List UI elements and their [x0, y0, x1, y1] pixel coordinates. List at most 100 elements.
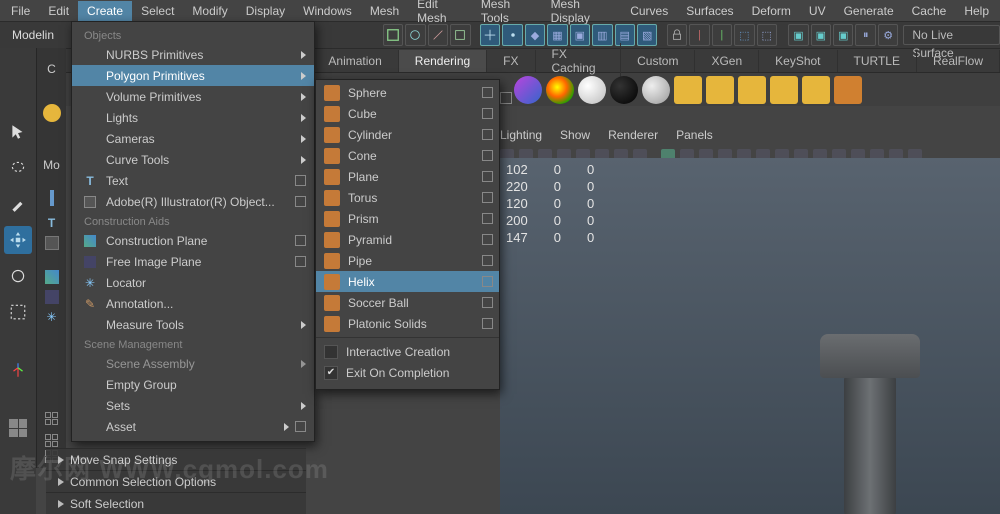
menu-surfaces[interactable]: Surfaces	[677, 1, 742, 21]
panel-menu-lighting[interactable]: Lighting	[500, 128, 542, 142]
lock-icon[interactable]	[667, 24, 687, 46]
tool-button[interactable]: ⬚	[757, 24, 777, 46]
menu-windows[interactable]: Windows	[294, 1, 361, 21]
shelf-tab-xgen[interactable]: XGen	[695, 50, 759, 72]
panel-menu-renderer[interactable]: Renderer	[608, 128, 658, 142]
option-box[interactable]	[482, 192, 493, 203]
shelf-icon[interactable]	[514, 76, 542, 104]
menu-modify[interactable]: Modify	[183, 1, 236, 21]
menu-generate[interactable]: Generate	[835, 1, 903, 21]
option-box[interactable]	[482, 87, 493, 98]
menu-help[interactable]: Help	[955, 1, 998, 21]
tool-button[interactable]	[405, 24, 425, 46]
option-box[interactable]	[482, 297, 493, 308]
tool-button[interactable]	[450, 24, 470, 46]
menu-item-helix[interactable]: Helix	[316, 271, 499, 292]
text-icon[interactable]: T	[37, 216, 66, 230]
option-box[interactable]	[482, 234, 493, 245]
menu-item-lights[interactable]: Lights	[72, 107, 314, 128]
image-icon[interactable]	[45, 290, 59, 304]
menu-item-measure-tools[interactable]: Measure Tools	[72, 314, 314, 335]
menu-item-polygon-primitives[interactable]: Polygon Primitives	[72, 65, 314, 86]
shelf-tab-custom[interactable]: Custom	[621, 50, 695, 72]
viewport[interactable]: 1020022000120002000014700	[500, 158, 1000, 514]
option-box[interactable]	[295, 421, 306, 432]
no-live-surface[interactable]: No Live Surface	[903, 25, 1000, 45]
menu-toggle-exit-on-completion[interactable]: ✔Exit On Completion	[316, 362, 499, 383]
shelf-tab-rendering[interactable]: Rendering	[399, 50, 487, 72]
menu-item-prism[interactable]: Prism	[316, 208, 499, 229]
menu-item-soccer-ball[interactable]: Soccer Ball	[316, 292, 499, 313]
snap-button[interactable]	[480, 24, 500, 46]
settings-row-common-selection-options[interactable]: Common Selection Options	[46, 470, 306, 492]
light-icon[interactable]	[43, 104, 61, 122]
shelf-icon[interactable]	[834, 76, 862, 104]
menu-item-free-image-plane[interactable]: Free Image Plane	[72, 251, 314, 272]
menu-item-curve-tools[interactable]: Curve Tools	[72, 149, 314, 170]
render-button[interactable]: ▣	[811, 24, 831, 46]
menu-item-text[interactable]: TText	[72, 170, 314, 191]
optbox-icon[interactable]	[500, 92, 512, 104]
shelf-tab-fx[interactable]: FX	[487, 50, 535, 72]
grid-icon[interactable]	[45, 270, 59, 284]
box-icon[interactable]	[45, 236, 59, 250]
menu-edit[interactable]: Edit	[39, 1, 78, 21]
option-box[interactable]	[482, 276, 493, 287]
panel-menu-panels[interactable]: Panels	[676, 128, 713, 142]
snap-button[interactable]	[502, 24, 522, 46]
menu-item-asset[interactable]: Asset	[72, 416, 314, 437]
shelf-tab-fx-caching[interactable]: FX Caching	[536, 43, 622, 79]
menu-item-cylinder[interactable]: Cylinder	[316, 124, 499, 145]
menu-item-plane[interactable]: Plane	[316, 166, 499, 187]
shelf-icon[interactable]	[674, 76, 702, 104]
menu-deform[interactable]: Deform	[743, 1, 800, 21]
option-box[interactable]	[482, 150, 493, 161]
axis-icon[interactable]	[4, 356, 32, 384]
grid-button[interactable]	[45, 434, 59, 448]
lasso-tool[interactable]	[4, 154, 32, 182]
scale-tool[interactable]	[4, 298, 32, 326]
paint-tool[interactable]	[4, 190, 32, 218]
menu-item-scene-assembly[interactable]: Scene Assembly	[72, 353, 314, 374]
render-button[interactable]: ⚙	[878, 24, 898, 46]
rotate-tool[interactable]	[4, 262, 32, 290]
menu-item-nurbs-primitives[interactable]: NURBS Primitives	[72, 44, 314, 65]
option-box[interactable]	[295, 235, 306, 246]
menu-item-pyramid[interactable]: Pyramid	[316, 229, 499, 250]
menu-item-construction-plane[interactable]: Construction Plane	[72, 230, 314, 251]
menu-item-cone[interactable]: Cone	[316, 145, 499, 166]
shelf-icon[interactable]	[770, 76, 798, 104]
menu-item-adobe-r-illustrator-r-object-[interactable]: Adobe(R) Illustrator(R) Object...	[72, 191, 314, 212]
menu-item-volume-primitives[interactable]: Volume Primitives	[72, 86, 314, 107]
option-box[interactable]	[295, 175, 306, 186]
menu-item-sets[interactable]: Sets	[72, 395, 314, 416]
shelf-icon[interactable]	[578, 76, 606, 104]
menu-item-pipe[interactable]: Pipe	[316, 250, 499, 271]
menu-item-torus[interactable]: Torus	[316, 187, 499, 208]
menu-item-cube[interactable]: Cube	[316, 103, 499, 124]
option-box[interactable]	[482, 108, 493, 119]
mesh-object[interactable]	[810, 334, 930, 514]
shelf-icon[interactable]	[642, 76, 670, 104]
shelf-icon[interactable]	[706, 76, 734, 104]
shelf-tab-keyshot[interactable]: KeyShot	[759, 50, 837, 72]
mode-dropdown[interactable]: Modelin	[0, 28, 64, 42]
shelf-icon[interactable]	[610, 76, 638, 104]
menu-toggle-interactive-creation[interactable]: Interactive Creation	[316, 341, 499, 362]
panel-menu-show[interactable]: Show	[560, 128, 590, 142]
option-box[interactable]	[482, 318, 493, 329]
render-button[interactable]: ⏸	[855, 24, 875, 46]
option-box[interactable]	[482, 255, 493, 266]
menu-display[interactable]: Display	[237, 1, 294, 21]
shelf-icon[interactable]	[802, 76, 830, 104]
tool-button[interactable]: |	[712, 24, 732, 46]
shelf-tab-realflow[interactable]: RealFlow	[917, 50, 1000, 72]
shelf-icon[interactable]	[738, 76, 766, 104]
menu-item-platonic-solids[interactable]: Platonic Solids	[316, 313, 499, 334]
grid-button[interactable]	[45, 412, 59, 426]
shelf-tab-animation[interactable]: Animation	[312, 50, 398, 72]
snap-button[interactable]: ▧	[637, 24, 657, 46]
shelf-icon[interactable]	[546, 76, 574, 104]
render-button[interactable]: ▣	[833, 24, 853, 46]
locator-icon[interactable]: ✳	[37, 310, 66, 324]
